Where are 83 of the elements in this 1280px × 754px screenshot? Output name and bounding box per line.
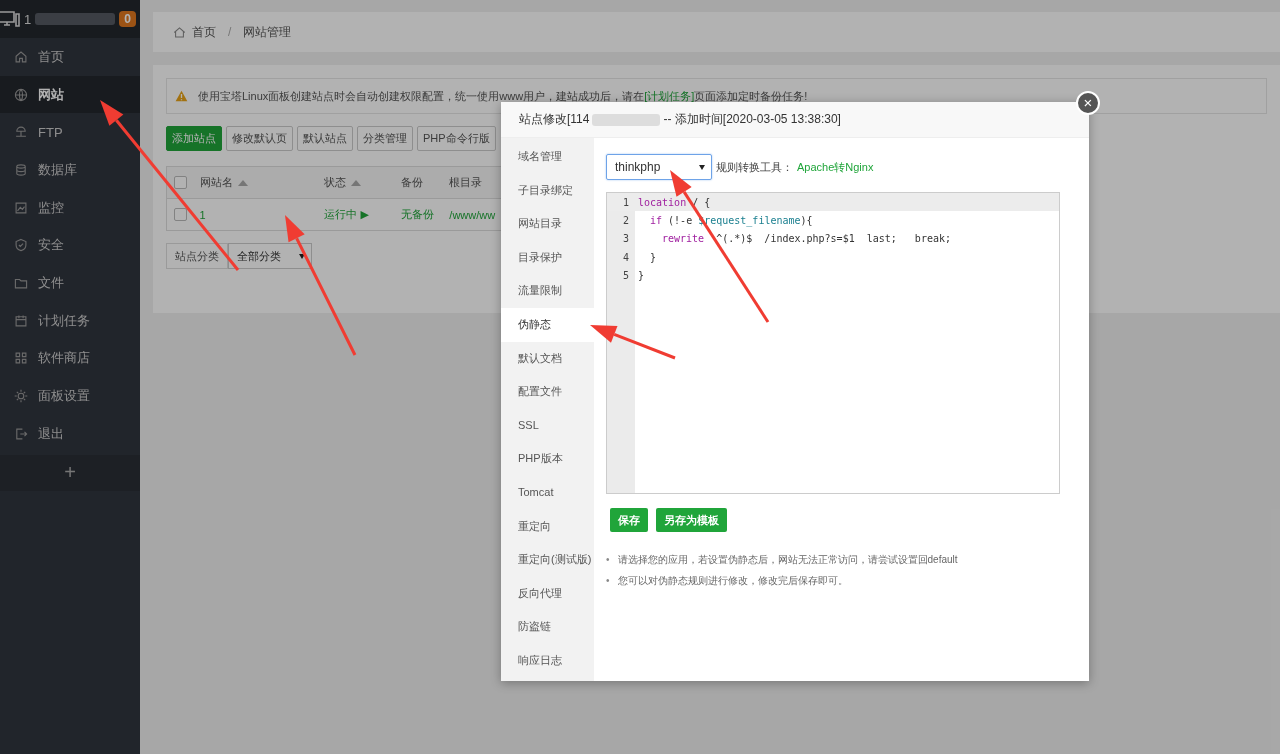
line-number: 2: [621, 215, 630, 227]
sidebar-item[interactable]: 监控: [0, 188, 140, 227]
caret-icon: [299, 254, 305, 259]
sidebar-item[interactable]: 安全: [0, 226, 140, 265]
sidebar-item[interactable]: 首页: [0, 38, 140, 76]
note-text: 您可以对伪静态规则进行修改，修改完后保存即可。: [617, 574, 848, 588]
warning-text: 使用宝塔Linux面板创建站点时会自动创建权限配置，统一使用www用户，建站成功后，请在[计划任务]页面添加定时备份任务!: [198, 88, 808, 104]
sidebar-item[interactable]: 文件: [0, 264, 140, 302]
nav-icon: [14, 313, 28, 328]
modal-tab[interactable]: 域名管理: [501, 140, 594, 174]
notification-badge: 0: [119, 11, 136, 27]
modal-tab[interactable]: 配置文件: [501, 375, 594, 409]
schedule-link[interactable]: [计划任务]: [644, 89, 695, 102]
line-number: 3: [621, 233, 630, 245]
sidebar-item[interactable]: 软件商店: [0, 339, 140, 378]
converter-link[interactable]: Apache转Nginx: [797, 159, 874, 175]
warning-icon: [175, 90, 188, 102]
breadcrumb-current: 网站管理: [243, 23, 292, 41]
line-number: 5: [621, 270, 630, 282]
nav-icon: [14, 87, 28, 102]
monitor-icon: [0, 11, 20, 27]
nav-icon: [14, 200, 28, 215]
column-header[interactable]: 状态: [324, 175, 402, 190]
nav-icon: [14, 162, 28, 177]
nav-icon: [14, 49, 28, 64]
nav-icon: [14, 238, 28, 253]
modal-tab[interactable]: 反向代理: [501, 576, 594, 611]
nav-icon: [14, 125, 28, 140]
checkbox[interactable]: [174, 208, 187, 221]
note-text: 请选择您的应用，若设置伪静态后，网站无法正常访问，请尝试设置回default: [617, 553, 958, 567]
modal-tab[interactable]: 响应日志: [501, 643, 594, 678]
sidebar-item[interactable]: 退出: [0, 414, 140, 453]
sidebar-item[interactable]: 数据库: [0, 151, 140, 189]
toolbar-button[interactable]: 默认站点: [297, 126, 353, 151]
code-line: }: [638, 270, 645, 282]
code-line: rewrite ^(.*)$ /index.php?s=$1 last; break;: [662, 233, 951, 245]
modal-tab[interactable]: 防盗链: [501, 610, 594, 644]
line-number: 4: [621, 251, 630, 263]
toolbar-button[interactable]: 分类管理: [357, 126, 413, 151]
sidebar-item[interactable]: 面板设置: [0, 377, 140, 415]
caret-icon: [699, 165, 705, 170]
add-site-button[interactable]: 添加站点: [166, 126, 222, 151]
checkbox[interactable]: [174, 176, 187, 189]
save-button[interactable]: 保存: [610, 508, 648, 532]
sidebar-item[interactable]: 计划任务: [0, 301, 140, 340]
toolbar-button[interactable]: 修改默认页: [226, 126, 293, 151]
modal-tab[interactable]: 流量限制: [501, 274, 594, 308]
nav-icon: [14, 351, 28, 366]
site-name-link[interactable]: 1: [199, 208, 325, 221]
toolbar-button[interactable]: PHP命令行版: [417, 126, 496, 151]
modal-tab[interactable]: Tomcat: [501, 475, 594, 510]
sidebar-item[interactable]: 网站: [0, 75, 140, 114]
modal-tab[interactable]: SSL: [501, 408, 594, 443]
breadcrumb-separator: /: [228, 25, 232, 39]
home-icon: [173, 25, 186, 39]
modal-tab[interactable]: 默认文档: [501, 341, 594, 376]
category-select[interactable]: 全部分类: [228, 243, 312, 269]
modal-title: 站点修改[114: [519, 111, 590, 128]
tool-label: 规则转换工具：: [716, 159, 793, 175]
nav-icon: [14, 389, 28, 404]
modal-tab[interactable]: 重定向: [501, 509, 594, 544]
code-line: }: [650, 251, 657, 263]
modal-tab[interactable]: 重定向(测试版): [501, 543, 594, 577]
modal-tab[interactable]: 伪静态: [501, 307, 594, 342]
column-header[interactable]: 备份: [401, 175, 450, 190]
add-button[interactable]: +: [0, 454, 140, 491]
column-header[interactable]: 网站名: [199, 175, 325, 190]
user-name: 1: [24, 11, 32, 27]
bullet: •: [606, 574, 610, 588]
modal-tab[interactable]: 目录保护: [501, 240, 594, 275]
bullet: •: [606, 553, 610, 567]
save-template-button[interactable]: 另存为模板: [656, 508, 727, 532]
modal-tab[interactable]: PHP版本: [501, 442, 594, 476]
nav-icon: [14, 426, 28, 441]
blurred-area: [592, 113, 661, 126]
modal-tab[interactable]: 网站目录: [501, 207, 594, 241]
modal-title-time: -- 添加时间[2020-03-05 13:38:30]: [663, 111, 841, 128]
status-text[interactable]: 运行中 ▶: [324, 207, 402, 222]
line-number: 1: [621, 196, 630, 208]
backup-text[interactable]: 无备份: [401, 207, 450, 222]
breadcrumb-link[interactable]: 首页: [192, 23, 216, 41]
modal-tab[interactable]: 子目录绑定: [501, 173, 594, 208]
category-label: 站点分类: [166, 243, 228, 269]
